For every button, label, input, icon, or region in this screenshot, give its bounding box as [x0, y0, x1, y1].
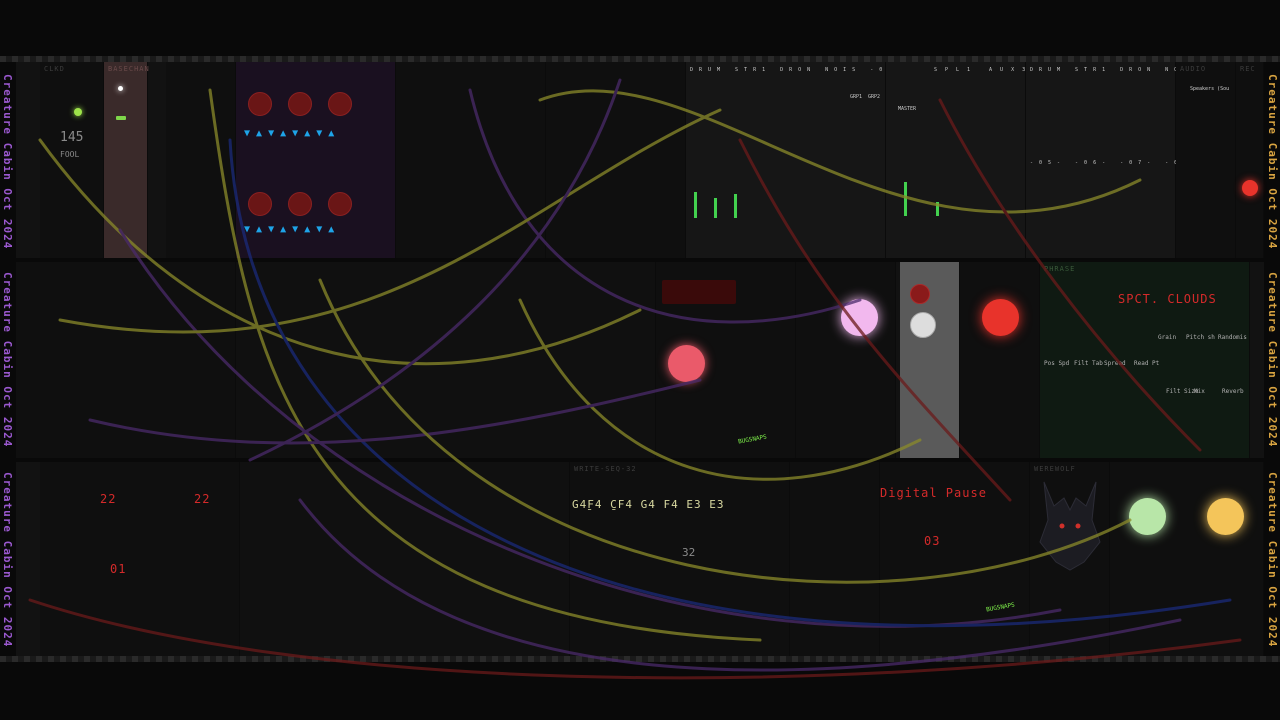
clouds-param-label: Randomis	[1218, 334, 1247, 341]
clock-sub-display: FOOL	[60, 150, 80, 159]
recorder-module[interactable]: REC	[1236, 62, 1264, 258]
basechan-indicator	[116, 116, 126, 120]
drum-knob[interactable]	[248, 192, 272, 216]
audio-title: AUDIO	[1180, 65, 1207, 73]
level-meter	[734, 194, 737, 218]
mixer3-module[interactable]	[1110, 462, 1264, 656]
drum-trigger-icon[interactable]: ▼ ▲ ▼ ▲ ▼ ▲ ▼ ▲	[244, 128, 334, 139]
master-meter	[936, 202, 939, 216]
clouds-param-label: Mix	[1194, 388, 1205, 395]
write-seq-step: 32	[682, 546, 696, 559]
clock-run-led	[74, 108, 82, 116]
basechan-module[interactable]: BASECHAN	[104, 62, 150, 258]
clouds-param-label: Grain	[1158, 334, 1177, 341]
counter-display-c: 01	[110, 562, 127, 576]
werewolf-module[interactable]: Werewolf	[1030, 462, 1110, 656]
audio-module[interactable]: AUDIO Speakers (Sou	[1176, 62, 1236, 258]
clouds-module[interactable]: Phrase SPCT. CLOUDS Grain Pitch sh Rando…	[1040, 262, 1250, 458]
side-label-left-mid: Creature Cabin Oct 2024	[1, 272, 14, 448]
grey-module-knob[interactable]	[910, 284, 930, 304]
clouds-param-label: Read Pt	[1134, 360, 1160, 367]
side-label-left-top: Creature Cabin Oct 2024	[1, 74, 14, 250]
record-button[interactable]	[1242, 180, 1258, 196]
werewolf-title: Werewolf	[1034, 465, 1076, 473]
side-label-right-mid: Creature Cabin Oct 2024	[1266, 272, 1279, 448]
write-seq-module[interactable]: WRITE-SEQ-32 G4̱F4 C̱F4 G4 F4 E3 E3 32	[570, 462, 790, 656]
drum-knob[interactable]	[328, 92, 352, 116]
vca-module[interactable]	[960, 262, 1040, 458]
delay-display: Digital Pause	[880, 486, 987, 500]
delay-value: 03	[924, 534, 941, 548]
drum-knob[interactable]	[288, 192, 312, 216]
basechan-led	[118, 86, 123, 91]
rack-row-1: CLKD 145 FOOL BASECHAN ▼ ▲ ▼ ▲ ▼ ▲ ▼ ▲ ▼…	[16, 62, 1264, 258]
clock-title: CLKD	[44, 65, 65, 73]
mixer-group-label: GRP2	[868, 94, 881, 100]
sample-module[interactable]	[790, 462, 880, 656]
wolf-icon	[1039, 481, 1101, 571]
grey-utility-module[interactable]	[900, 262, 960, 458]
side-label-right-bottom: Creature Cabin Oct 2024	[1266, 472, 1279, 648]
reverb-module[interactable]	[166, 62, 236, 258]
audio-device-label: Speakers (Sou	[1190, 86, 1230, 92]
mixer-group-label: GRP1	[850, 94, 863, 100]
master-label: MASTER	[898, 106, 917, 112]
sequencer-module[interactable]	[16, 262, 236, 458]
clouds-param-label: Spread	[1104, 360, 1126, 367]
clouds-param-label: Reverb	[1222, 388, 1244, 395]
grey-module-knob[interactable]	[910, 312, 936, 338]
rack-rail	[0, 656, 1280, 662]
oscillator-display	[662, 280, 736, 304]
clouds-display: SPCT. CLOUDS	[1118, 292, 1217, 306]
vcv-rack: CLKD 145 FOOL BASECHAN ▼ ▲ ▼ ▲ ▼ ▲ ▼ ▲ ▼…	[0, 0, 1280, 720]
delay-module[interactable]: Digital Pause 03	[880, 462, 1030, 656]
clouds-title: Phrase	[1044, 265, 1076, 273]
clock-module[interactable]: CLKD 145 FOOL	[40, 62, 104, 258]
mint-button[interactable]	[1129, 498, 1166, 535]
rack-row-2: Phrase SPCT. CLOUDS Grain Pitch sh Rando…	[16, 262, 1264, 458]
logic-module[interactable]	[240, 462, 570, 656]
level-meter	[694, 192, 697, 218]
mixer2-module[interactable]: DRUM STR1 DRON NOIS GRP1 -05- -06- -07- …	[1026, 62, 1240, 258]
drum-knob[interactable]	[248, 92, 272, 116]
counter-display-b: 22	[194, 492, 211, 506]
filter-module[interactable]	[796, 262, 896, 458]
write-seq-title: WRITE-SEQ-32	[574, 465, 637, 473]
pink-button[interactable]	[841, 299, 878, 336]
basechan-title: BASECHAN	[108, 65, 150, 73]
write-seq-display: G4̱F4 C̱F4 G4 F4 E3 E3	[572, 498, 725, 511]
clouds-param-label: Pos Spd	[1044, 360, 1070, 367]
drum-knob[interactable]	[328, 192, 352, 216]
master-mixer-module[interactable]: MASTER SPL1 AUX3 AUX2 AUX3	[886, 62, 1135, 258]
counter-module[interactable]: 22 22 01	[40, 462, 240, 656]
utility-module[interactable]	[546, 62, 686, 258]
master-meter	[904, 182, 907, 216]
drum-module[interactable]: ▼ ▲ ▼ ▲ ▼ ▲ ▼ ▲ ▼ ▲ ▼ ▲ ▼ ▲ ▼ ▲	[236, 62, 396, 258]
drum-trigger-icon[interactable]: ▼ ▲ ▼ ▲ ▼ ▲ ▼ ▲	[244, 224, 334, 235]
side-label-right-top: Creature Cabin Oct 2024	[1266, 74, 1279, 250]
red-button[interactable]	[982, 299, 1019, 336]
mutes-module[interactable]	[396, 62, 546, 258]
rack-row-3: 22 22 01 WRITE-SEQ-32 G4̱F4 C̱F4 G4 F4 E…	[16, 462, 1264, 656]
level-meter	[714, 198, 717, 218]
clouds-param-label: Pitch sh	[1186, 334, 1215, 341]
side-label-left-bottom: Creature Cabin Oct 2024	[1, 472, 14, 648]
modulation-module[interactable]	[236, 262, 656, 458]
clock-bpm-display: 145	[60, 130, 84, 145]
yellow-button[interactable]	[1207, 498, 1244, 535]
mixer-module[interactable]: DRUM STR1 DRON NOIS -05- -06- -07- -08- …	[686, 62, 1035, 258]
drum-knob[interactable]	[288, 92, 312, 116]
coral-button[interactable]	[668, 345, 705, 382]
clouds-param-label: Filt Tab	[1074, 360, 1103, 367]
recorder-title: REC	[1240, 65, 1256, 73]
counter-display-a: 22	[100, 492, 117, 506]
